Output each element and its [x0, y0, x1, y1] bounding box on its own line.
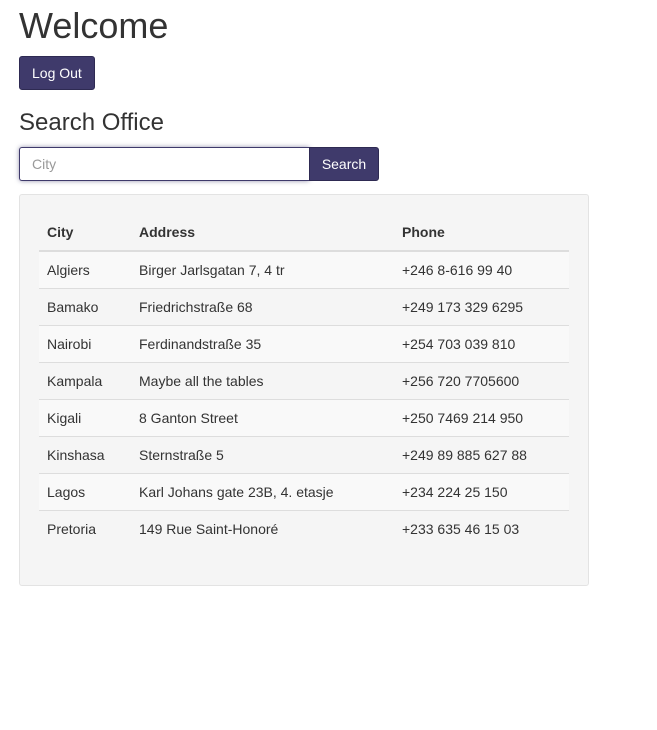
cell-phone: +249 89 885 627 88	[394, 436, 569, 474]
cell-phone: +249 173 329 6295	[394, 288, 569, 326]
page-title: Welcome	[19, 5, 169, 46]
table-row: Bamako Friedrichstraße 68 +249 173 329 6…	[39, 288, 569, 326]
cell-phone: +254 703 039 810	[394, 325, 569, 363]
table-header-row: City Address Phone	[39, 214, 569, 252]
cell-phone: +250 7469 214 950	[394, 399, 569, 437]
table-row: Lagos Karl Johans gate 23B, 4. etasje +2…	[39, 473, 569, 511]
table-row: Nairobi Ferdinandstraße 35 +254 703 039 …	[39, 325, 569, 363]
cell-city: Pretoria	[39, 510, 131, 547]
cell-phone: +246 8-616 99 40	[394, 251, 569, 289]
cell-address: 8 Ganton Street	[131, 399, 394, 437]
cell-city: Bamako	[39, 288, 131, 326]
offices-table: City Address Phone Algiers Birger Jarlsg…	[39, 214, 569, 547]
city-search-input[interactable]	[19, 147, 309, 181]
table-row: Kampala Maybe all the tables +256 720 77…	[39, 362, 569, 400]
table-row: Kigali 8 Ganton Street +250 7469 214 950	[39, 399, 569, 437]
search-bar: Search	[19, 147, 379, 181]
column-header-city: City	[39, 214, 131, 252]
cell-city: Lagos	[39, 473, 131, 511]
cell-address: Birger Jarlsgatan 7, 4 tr	[131, 251, 394, 289]
page: Welcome Log Out Search Office Search Cit…	[0, 0, 657, 586]
cell-phone: +234 224 25 150	[394, 473, 569, 511]
cell-address: Ferdinandstraße 35	[131, 325, 394, 363]
cell-city: Kigali	[39, 399, 131, 437]
cell-city: Kampala	[39, 362, 131, 400]
search-button[interactable]: Search	[309, 147, 379, 181]
log-out-button[interactable]: Log Out	[19, 56, 95, 90]
search-office-title: Search Office	[19, 109, 164, 136]
cell-address: 149 Rue Saint-Honoré	[131, 510, 394, 547]
cell-city: Kinshasa	[39, 436, 131, 474]
cell-phone: +233 635 46 15 03	[394, 510, 569, 547]
table-row: Pretoria 149 Rue Saint-Honoré +233 635 4…	[39, 510, 569, 547]
cell-address: Maybe all the tables	[131, 362, 394, 400]
cell-phone: +256 720 7705600	[394, 362, 569, 400]
cell-city: Nairobi	[39, 325, 131, 363]
column-header-phone: Phone	[394, 214, 569, 252]
offices-panel: City Address Phone Algiers Birger Jarlsg…	[19, 194, 589, 586]
column-header-address: Address	[131, 214, 394, 252]
offices-table-body: Algiers Birger Jarlsgatan 7, 4 tr +246 8…	[39, 251, 569, 547]
cell-city: Algiers	[39, 251, 131, 289]
table-row: Algiers Birger Jarlsgatan 7, 4 tr +246 8…	[39, 251, 569, 289]
table-row: Kinshasa Sternstraße 5 +249 89 885 627 8…	[39, 436, 569, 474]
cell-address: Karl Johans gate 23B, 4. etasje	[131, 473, 394, 511]
cell-address: Sternstraße 5	[131, 436, 394, 474]
cell-address: Friedrichstraße 68	[131, 288, 394, 326]
